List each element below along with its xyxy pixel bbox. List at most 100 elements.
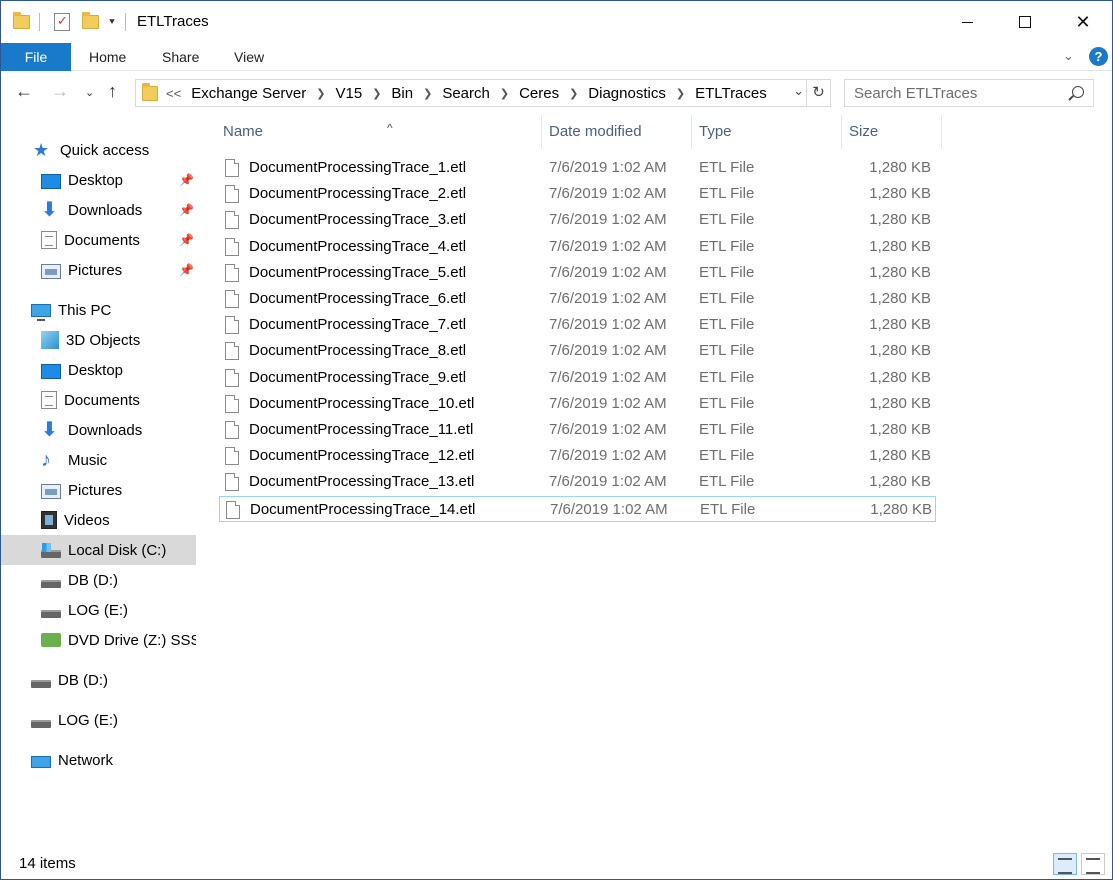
table-row[interactable]: DocumentProcessingTrace_4.etl 7/6/2019 1:… <box>219 234 936 260</box>
nav-item-label: Pictures <box>68 261 123 279</box>
tab-home[interactable]: Home <box>89 43 126 71</box>
nav-item-videos[interactable]: Videos <box>1 505 196 535</box>
breadcrumb-arrow-icon[interactable]: ❯ <box>316 87 325 100</box>
help-icon[interactable]: ? <box>1089 47 1108 66</box>
new-folder-icon <box>82 12 99 29</box>
table-row[interactable]: DocumentProcessingTrace_3.etl 7/6/2019 1:… <box>219 207 936 233</box>
column-header-date-modified[interactable]: Date modified <box>541 115 691 149</box>
breadcrumb-search[interactable]: Search <box>442 85 490 102</box>
column-header-name[interactable]: Name ^ <box>215 115 541 149</box>
large-icons-view-button[interactable] <box>1081 853 1105 875</box>
column-header-type[interactable]: Type <box>691 115 841 149</box>
pin-icon[interactable]: 📌 <box>179 203 194 217</box>
maximize-button[interactable] <box>996 1 1054 43</box>
nav-item-pictures[interactable]: Pictures <box>1 475 196 505</box>
nav-item-downloads[interactable]: ⬇ Downloads <box>1 415 196 445</box>
up-button[interactable]: ↑ <box>108 81 117 102</box>
breadcrumb-arrow-icon[interactable]: ❯ <box>500 87 509 100</box>
file-name: DocumentProcessingTrace_11.etl <box>249 421 474 438</box>
maximize-icon <box>1019 16 1031 28</box>
table-row[interactable]: DocumentProcessingTrace_14.etl 7/6/2019 1… <box>219 495 936 522</box>
nav-item-3d-objects[interactable]: 3D Objects <box>1 325 196 355</box>
breadcrumb-arrow-icon[interactable]: ❯ <box>676 87 685 100</box>
table-row[interactable]: DocumentProcessingTrace_5.etl 7/6/2019 1:… <box>219 260 936 286</box>
nav-item-label: DB (D:) <box>68 571 118 589</box>
breadcrumb-bin[interactable]: Bin <box>391 85 413 102</box>
nav-item-log-e-root[interactable]: LOG (E:) <box>1 705 196 735</box>
nav-item-network[interactable]: Network <box>1 745 196 775</box>
search-icon[interactable] <box>1072 86 1084 98</box>
breadcrumb-overflow[interactable]: << <box>166 86 181 101</box>
pin-icon[interactable]: 📌 <box>179 263 194 277</box>
column-separator[interactable] <box>941 115 942 149</box>
address-history-dropdown[interactable]: ⌄ <box>793 83 804 99</box>
videos-icon <box>41 511 57 529</box>
pin-icon[interactable]: 📌 <box>179 173 194 187</box>
forward-button[interactable]: → <box>51 81 69 102</box>
nav-item-pictures-pinned[interactable]: Pictures 📌 <box>1 255 196 285</box>
nav-item-documents-pinned[interactable]: Documents 📌 <box>1 225 196 255</box>
file-date-modified: 7/6/2019 1:02 AM <box>549 473 667 491</box>
table-row[interactable]: DocumentProcessingTrace_7.etl 7/6/2019 1:… <box>219 312 936 338</box>
nav-item-downloads-pinned[interactable]: ⬇ Downloads 📌 <box>1 195 196 225</box>
nav-item-log-e[interactable]: LOG (E:) <box>1 595 196 625</box>
tab-file[interactable]: File <box>1 43 71 71</box>
breadcrumb-diagnostics[interactable]: Diagnostics <box>588 85 666 102</box>
file-size: 1,280 KB <box>870 500 932 518</box>
search-box[interactable] <box>844 79 1094 107</box>
file-type: ETL File <box>699 211 755 229</box>
table-row[interactable]: DocumentProcessingTrace_1.etl 7/6/2019 1:… <box>219 155 936 181</box>
back-button[interactable]: ← <box>15 81 33 102</box>
table-row[interactable]: DocumentProcessingTrace_2.etl 7/6/2019 1:… <box>219 181 936 207</box>
customize-quick-access-dropdown[interactable]: ⯆ <box>108 11 116 33</box>
new-folder-button[interactable] <box>82 11 99 33</box>
table-row[interactable]: DocumentProcessingTrace_10.etl 7/6/2019 1… <box>219 391 936 417</box>
nav-item-db-d[interactable]: DB (D:) <box>1 565 196 595</box>
refresh-button[interactable]: ↻ <box>806 80 830 106</box>
nav-item-quick-access[interactable]: ★ Quick access <box>1 135 196 165</box>
breadcrumb-arrow-icon[interactable]: ❯ <box>569 87 578 100</box>
file-type: ETL File <box>699 316 755 334</box>
tab-view[interactable]: View <box>234 43 264 71</box>
file-name: DocumentProcessingTrace_5.etl <box>249 263 467 281</box>
nav-item-this-pc[interactable]: This PC <box>1 295 196 325</box>
nav-item-desktop-pinned[interactable]: Desktop 📌 <box>1 165 196 195</box>
breadcrumb-etltraces[interactable]: ETLTraces <box>695 85 767 102</box>
minimize-button[interactable] <box>938 1 996 43</box>
nav-item-desktop[interactable]: Desktop <box>1 355 196 385</box>
star-icon: ★ <box>33 140 50 160</box>
file-date-modified: 7/6/2019 1:02 AM <box>549 185 667 203</box>
chevron-down-icon: ⌄ <box>85 87 95 99</box>
table-row[interactable]: DocumentProcessingTrace_13.etl 7/6/2019 1… <box>219 469 936 495</box>
breadcrumb-arrow-icon[interactable]: ❯ <box>372 87 381 100</box>
breadcrumb-exchange-server[interactable]: Exchange Server <box>191 85 306 102</box>
details-view-button[interactable] <box>1053 853 1077 875</box>
table-row[interactable]: DocumentProcessingTrace_8.etl 7/6/2019 1:… <box>219 338 936 364</box>
expand-ribbon-button[interactable]: ⌄ <box>1063 48 1074 64</box>
nav-item-local-disk-c[interactable]: Local Disk (C:) <box>1 535 196 565</box>
computer-icon <box>31 304 51 321</box>
tab-share[interactable]: Share <box>162 43 199 71</box>
close-button[interactable]: ✕ <box>1054 1 1112 43</box>
file-list: Name ^ Date modified Type Size DocumentP… <box>199 115 1111 845</box>
search-input[interactable] <box>854 84 1054 102</box>
nav-item-dvd-drive-z[interactable]: DVD Drive (Z:) SSS_ <box>1 625 196 655</box>
column-header-size[interactable]: Size <box>841 115 941 149</box>
table-row[interactable]: DocumentProcessingTrace_11.etl 7/6/2019 1… <box>219 417 936 443</box>
recent-locations-dropdown[interactable]: ⌄ <box>85 86 94 99</box>
minimize-icon <box>961 21 973 23</box>
nav-item-db-d-root[interactable]: DB (D:) <box>1 665 196 695</box>
column-header-label: Type <box>699 123 732 140</box>
nav-item-documents[interactable]: Documents <box>1 385 196 415</box>
properties-button[interactable] <box>54 11 70 33</box>
table-row[interactable]: DocumentProcessingTrace_9.etl 7/6/2019 1:… <box>219 365 936 391</box>
table-row[interactable]: DocumentProcessingTrace_6.etl 7/6/2019 1:… <box>219 286 936 312</box>
pin-icon[interactable]: 📌 <box>179 233 194 247</box>
breadcrumb-v15[interactable]: V15 <box>335 85 362 102</box>
breadcrumb-ceres[interactable]: Ceres <box>519 85 559 102</box>
address-bar[interactable]: << Exchange Server ❯ V15 ❯ Bin ❯ Search … <box>135 79 831 107</box>
table-row[interactable]: DocumentProcessingTrace_12.etl 7/6/2019 1… <box>219 443 936 469</box>
breadcrumb-arrow-icon[interactable]: ❯ <box>423 87 432 100</box>
nav-item-music[interactable]: ♪ Music <box>1 445 196 475</box>
file-type: ETL File <box>699 473 755 491</box>
